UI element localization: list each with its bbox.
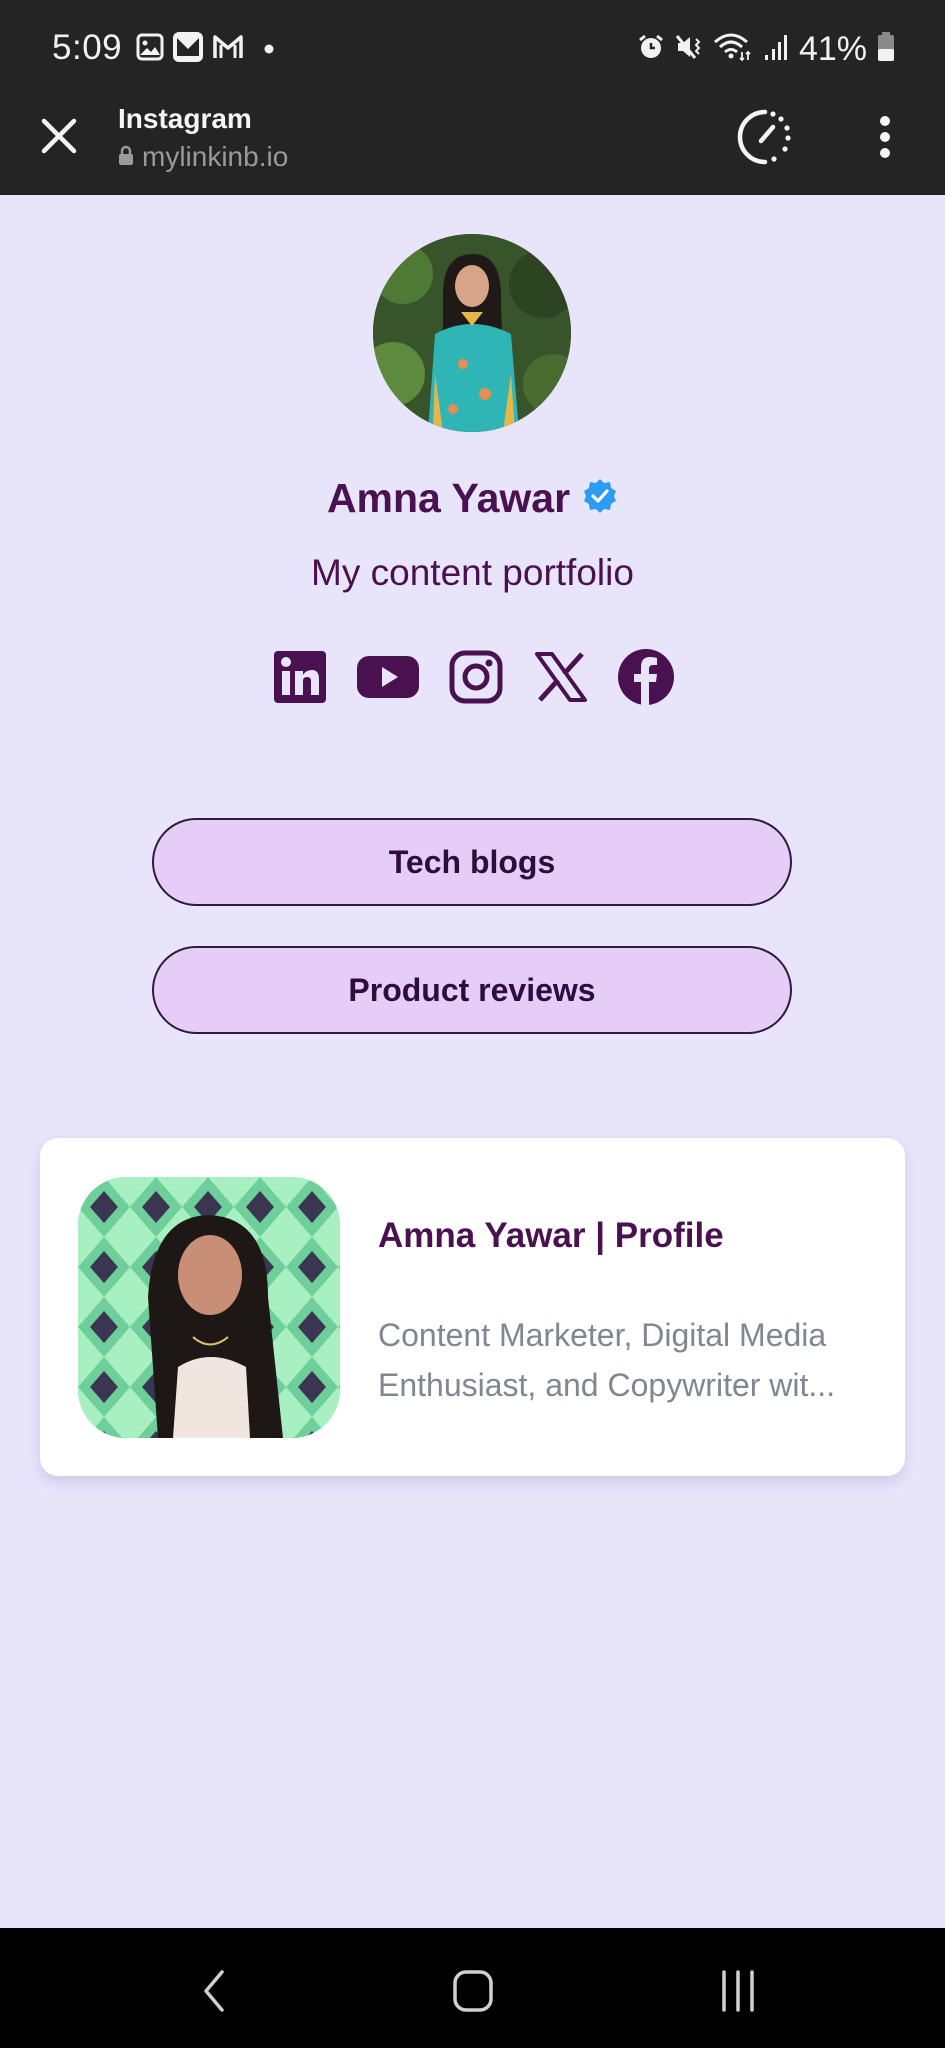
- profile-name: Amna Yawar: [326, 475, 571, 521]
- lock-icon: [118, 145, 134, 170]
- back-icon[interactable]: [183, 1963, 243, 2018]
- close-icon[interactable]: [36, 113, 82, 159]
- youtube-icon[interactable]: [356, 648, 420, 706]
- browser-url-row: mylinkinb.io: [118, 141, 288, 173]
- instagram-icon[interactable]: [447, 648, 505, 706]
- verified-badge-icon: [582, 478, 618, 519]
- top-chrome: 5:09 41% Instagram mylinkinb.io: [0, 0, 945, 195]
- profile-name-row: Amna Yawar: [0, 475, 945, 522]
- card-description: Content Marketer, Digital Media Enthusia…: [378, 1317, 836, 1403]
- browser-page-title: Instagram: [118, 103, 252, 134]
- link-button-product-reviews[interactable]: Product reviews: [152, 946, 792, 1034]
- alarm-icon: [637, 33, 665, 66]
- profile-avatar: [373, 234, 571, 432]
- featured-link-card[interactable]: Amna Yawar | Profile Content Marketer, D…: [40, 1138, 905, 1476]
- card-title: Amna Yawar | Profile: [378, 1216, 724, 1255]
- screen: 5:09 41% Instagram mylinkinb.io Amna Yaw…: [0, 0, 945, 2048]
- status-bar: 5:09 41%: [0, 0, 945, 95]
- battery-icon: [877, 32, 895, 67]
- page-speed-icon[interactable]: [735, 107, 795, 167]
- mail-icon: [172, 31, 204, 68]
- profile-bio: My content portfolio: [311, 552, 634, 593]
- x-icon[interactable]: [532, 648, 590, 706]
- recents-icon[interactable]: [708, 1963, 768, 2018]
- status-right-icons: 41%: [637, 30, 895, 69]
- notification-dot-icon: [264, 41, 274, 59]
- more-vert-icon[interactable]: [870, 113, 900, 163]
- browser-toolbar: Instagram mylinkinb.io: [0, 95, 945, 195]
- home-icon[interactable]: [443, 1963, 503, 2018]
- signal-icon: [763, 33, 789, 66]
- status-left-icons: [136, 31, 274, 68]
- card-thumbnail: [78, 1177, 340, 1438]
- social-links: [0, 648, 945, 706]
- link-button-tech-blogs[interactable]: Tech blogs: [152, 818, 792, 906]
- battery-percent: 41%: [798, 30, 867, 68]
- wifi-icon: [713, 32, 753, 67]
- gallery-icon: [136, 33, 164, 66]
- gmail-icon: [212, 33, 244, 66]
- system-nav-bar: [0, 1928, 945, 2048]
- linkedin-icon[interactable]: [271, 648, 329, 706]
- status-time: 5:09: [52, 28, 123, 67]
- mute-vibrate-icon: [675, 33, 703, 66]
- facebook-icon[interactable]: [617, 648, 675, 706]
- browser-url: mylinkinb.io: [142, 141, 289, 172]
